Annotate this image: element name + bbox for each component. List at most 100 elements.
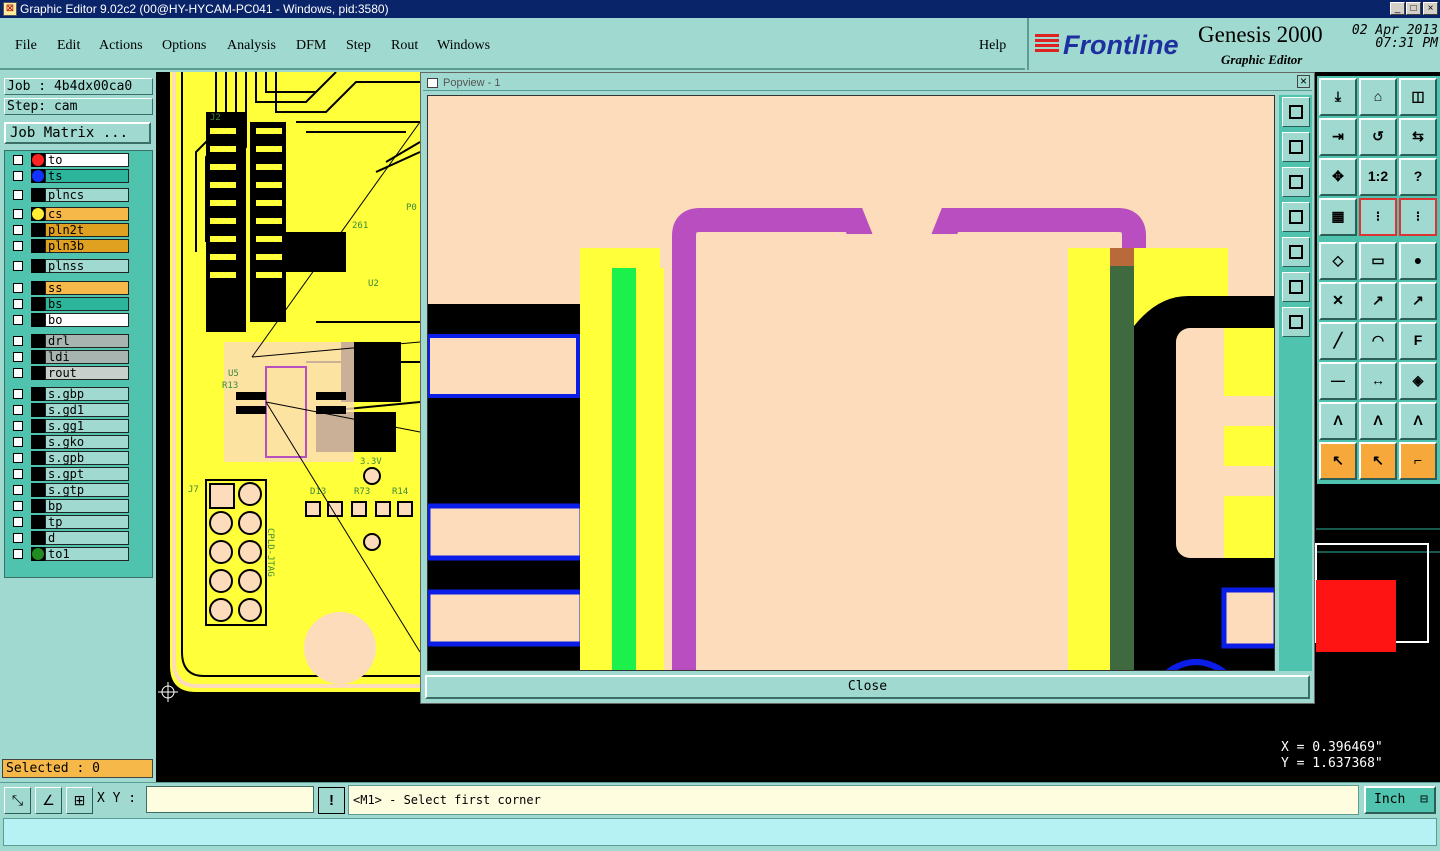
help-icon[interactable]: ?: [1399, 158, 1437, 196]
layer-row-s.gd1[interactable]: s.gd1: [9, 403, 129, 417]
layer-checkbox[interactable]: [13, 171, 23, 181]
layer-name[interactable]: rout: [45, 366, 129, 380]
layer-row-s.gbp[interactable]: s.gbp: [9, 387, 129, 401]
layer-name[interactable]: bs: [45, 297, 129, 311]
layer-name[interactable]: s.gg1: [45, 419, 129, 433]
layer-checkbox[interactable]: [13, 368, 23, 378]
route-corner-icon[interactable]: Λ: [1399, 402, 1437, 440]
menu-actions[interactable]: Actions: [99, 38, 143, 54]
layer-checkbox[interactable]: [13, 469, 23, 479]
layer-row-rout[interactable]: rout: [9, 366, 129, 380]
layer-row-pln3b[interactable]: pln3b: [9, 239, 129, 253]
add-line-icon[interactable]: ╱: [1319, 322, 1357, 360]
layer-checkbox[interactable]: [13, 261, 23, 271]
layer-row-bo[interactable]: bo: [9, 313, 129, 327]
select-pointer-icon[interactable]: ↖: [1319, 442, 1357, 480]
window-layout-icon[interactable]: ◫: [1399, 78, 1437, 116]
zoom-fit-icon[interactable]: ✥: [1319, 158, 1357, 196]
minimize-button[interactable]: _: [1390, 2, 1405, 15]
layer-row-s.gko[interactable]: s.gko: [9, 435, 129, 449]
route-icon[interactable]: Λ: [1319, 402, 1357, 440]
copy-feature-icon[interactable]: ↗: [1399, 282, 1437, 320]
layer-checkbox[interactable]: [13, 405, 23, 415]
layer-checkbox[interactable]: [13, 501, 23, 511]
alert-icon[interactable]: !: [318, 787, 345, 814]
select-net-icon[interactable]: ⌐: [1399, 442, 1437, 480]
layer-name[interactable]: bp: [45, 499, 129, 513]
scale-1-2-icon[interactable]: 1:2: [1359, 158, 1397, 196]
popview-close-button[interactable]: Close: [425, 675, 1310, 699]
popview-canvas[interactable]: [427, 95, 1275, 671]
layer-checkbox[interactable]: [13, 190, 23, 200]
measure-icon[interactable]: —: [1319, 362, 1357, 400]
layer-name[interactable]: s.gko: [45, 435, 129, 449]
home-icon[interactable]: ⌂: [1359, 78, 1397, 116]
layer-name[interactable]: s.gpb: [45, 451, 129, 465]
layer-name[interactable]: s.gpt: [45, 467, 129, 481]
layer-checkbox[interactable]: [13, 155, 23, 165]
layer-name[interactable]: ldi: [45, 350, 129, 364]
layer-row-ts[interactable]: ts: [9, 169, 129, 183]
close-window-button[interactable]: ×: [1423, 2, 1438, 15]
snap-pads-icon[interactable]: ⁝: [1359, 198, 1397, 236]
maximize-button[interactable]: □: [1406, 2, 1421, 15]
layer-checkbox[interactable]: [13, 241, 23, 251]
layer-name[interactable]: ss: [45, 281, 129, 295]
layer-checkbox[interactable]: [13, 453, 23, 463]
layer-name[interactable]: tp: [45, 515, 129, 529]
layer-checkbox[interactable]: [13, 225, 23, 235]
menu-rout[interactable]: Rout: [391, 38, 418, 54]
layer-row-s.gpt[interactable]: s.gpt: [9, 467, 129, 481]
layer-row-ss[interactable]: ss: [9, 281, 129, 295]
popview-pan-right-button[interactable]: [1282, 237, 1310, 267]
layer-name[interactable]: to1: [45, 547, 129, 561]
layer-row-bs[interactable]: bs: [9, 297, 129, 311]
rotate-view-icon[interactable]: ↺: [1359, 118, 1397, 156]
delete-feature-icon[interactable]: ✕: [1319, 282, 1357, 320]
snap-features-icon[interactable]: ⁝: [1399, 198, 1437, 236]
layer-row-s.gpb[interactable]: s.gpb: [9, 451, 129, 465]
layer-checkbox[interactable]: [13, 352, 23, 362]
draw-polygon-icon[interactable]: ◇: [1319, 242, 1357, 280]
layer-checkbox[interactable]: [13, 549, 23, 559]
menu-help[interactable]: Help: [979, 38, 1006, 54]
add-text-icon[interactable]: F: [1399, 322, 1437, 360]
zoom-home-icon[interactable]: ⤓: [1319, 78, 1357, 116]
move-feature-icon[interactable]: ↗: [1359, 282, 1397, 320]
xy-input[interactable]: [146, 786, 314, 813]
shapes-icon[interactable]: ◈: [1399, 362, 1437, 400]
resize-icon[interactable]: ⤡: [4, 787, 31, 814]
layer-row-plncs[interactable]: plncs: [9, 188, 129, 202]
layer-name[interactable]: plnss: [45, 259, 129, 273]
layer-checkbox[interactable]: [13, 299, 23, 309]
popview-pan-left-button[interactable]: [1282, 202, 1310, 232]
menu-dfm[interactable]: DFM: [296, 38, 326, 54]
layer-name[interactable]: cs: [45, 207, 129, 221]
layer-checkbox[interactable]: [13, 517, 23, 527]
layer-row-plnss[interactable]: plnss: [9, 259, 129, 273]
layer-row-pln2t[interactable]: pln2t: [9, 223, 129, 237]
layer-name[interactable]: s.gtp: [45, 483, 129, 497]
layer-row-tp[interactable]: tp: [9, 515, 129, 529]
layer-name[interactable]: d: [45, 531, 129, 545]
select-cursor-icon[interactable]: ↖: [1359, 442, 1397, 480]
popview-close-icon[interactable]: ×: [1297, 75, 1310, 88]
popview-zoom-out-button[interactable]: [1282, 307, 1310, 337]
menu-edit[interactable]: Edit: [57, 38, 80, 54]
layer-name[interactable]: plncs: [45, 188, 129, 202]
layer-name[interactable]: pln2t: [45, 223, 129, 237]
layer-row-s.gtp[interactable]: s.gtp: [9, 483, 129, 497]
layer-name[interactable]: s.gbp: [45, 387, 129, 401]
job-matrix-button[interactable]: Job Matrix ...: [4, 122, 151, 144]
layer-row-drl[interactable]: drl: [9, 334, 129, 348]
route-arc-icon[interactable]: Λ: [1359, 402, 1397, 440]
menu-analysis[interactable]: Analysis: [227, 38, 276, 54]
layer-name[interactable]: pln3b: [45, 239, 129, 253]
layer-row-d[interactable]: d: [9, 531, 129, 545]
layer-row-to[interactable]: to: [9, 153, 129, 167]
layer-checkbox[interactable]: [13, 485, 23, 495]
layer-checkbox[interactable]: [13, 283, 23, 293]
layer-name[interactable]: drl: [45, 334, 129, 348]
layer-checkbox[interactable]: [13, 421, 23, 431]
layer-row-to1[interactable]: to1: [9, 547, 129, 561]
